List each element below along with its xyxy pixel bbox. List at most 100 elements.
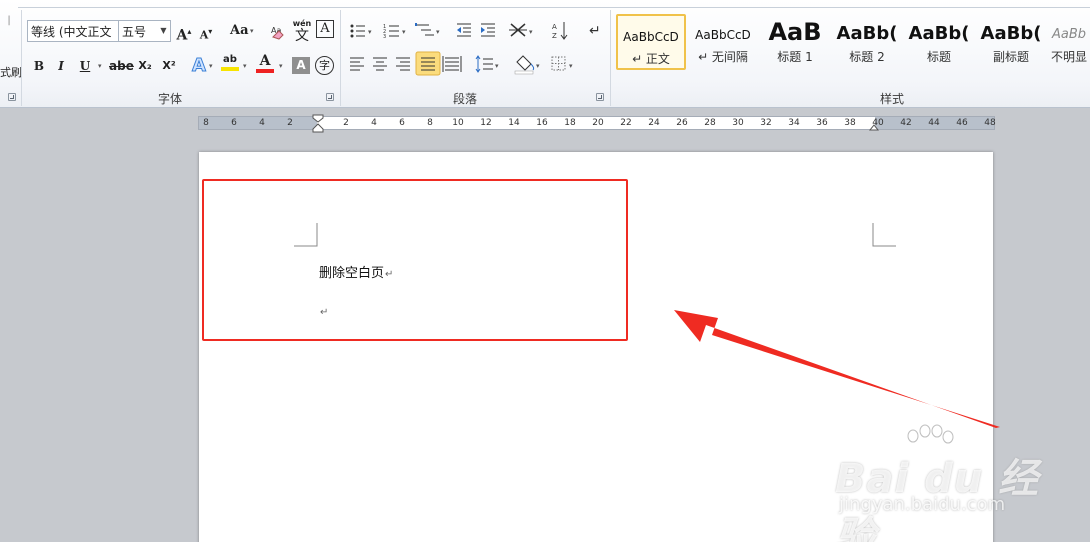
ruler-tick-label: 30 bbox=[732, 118, 744, 128]
ruler-tick-label: 16 bbox=[536, 118, 548, 128]
font-size-dropdown[interactable]: ▼ bbox=[157, 20, 171, 42]
text-effect-button[interactable]: A bbox=[190, 55, 208, 77]
font-color-dropdown[interactable]: ▾ bbox=[279, 55, 283, 77]
font-color-bar bbox=[256, 69, 274, 73]
style-no-spacing[interactable]: AaBbCcD ↵ 无间隔 bbox=[688, 14, 758, 70]
font-color-button[interactable]: A bbox=[256, 53, 274, 75]
style-normal[interactable]: AaBbCcD ↵ 正文 bbox=[616, 14, 686, 70]
underline-button[interactable]: U bbox=[76, 55, 94, 77]
ruler-tick-label: 34 bbox=[788, 118, 800, 128]
distributed-button[interactable] bbox=[442, 52, 464, 74]
style-heading-2[interactable]: AaBb( 标题 2 bbox=[832, 14, 902, 70]
highlight-dropdown[interactable]: ▾ bbox=[243, 55, 247, 77]
bullets-button[interactable] bbox=[347, 20, 377, 42]
group-separator bbox=[610, 10, 611, 106]
bold-button[interactable]: B bbox=[30, 55, 48, 77]
clear-format-icon: Aa bbox=[271, 26, 284, 40]
baidu-jingyan-watermark: Bai du 经验 jingyan.baidu.com bbox=[835, 424, 1045, 542]
annotation-arrow-icon bbox=[674, 310, 1000, 428]
annotation-highlight-box bbox=[202, 179, 628, 341]
ruler-tick-label: 38 bbox=[844, 118, 856, 128]
change-case-dropdown[interactable]: ▾ bbox=[250, 20, 254, 42]
ruler-tick-label: 48 bbox=[984, 118, 996, 128]
ruler-left-margin bbox=[199, 117, 317, 129]
format-painter-label[interactable]: 式刷 bbox=[0, 62, 22, 84]
style-subtle-emphasis[interactable]: AaBb 不明显 bbox=[1048, 14, 1090, 70]
subscript-button[interactable]: X₂ bbox=[136, 55, 154, 77]
ruler-tick-label: 26 bbox=[676, 118, 688, 128]
style-title[interactable]: AaBb( 标题 bbox=[904, 14, 974, 70]
italic-button[interactable]: I bbox=[52, 55, 70, 77]
highlight-color-bar bbox=[221, 67, 239, 71]
ruler-tick-label: 32 bbox=[760, 118, 772, 128]
shrink-font-button[interactable]: A▾ bbox=[197, 20, 215, 42]
multilevel-list-button[interactable] bbox=[413, 20, 443, 42]
enclose-characters-button[interactable]: 字 bbox=[315, 56, 334, 75]
text-effect-dropdown[interactable]: ▾ bbox=[209, 55, 213, 77]
font-size-combo[interactable]: 五号 bbox=[118, 20, 158, 42]
ruler-tick-label: 28 bbox=[704, 118, 716, 128]
grow-font-button[interactable]: A▴ bbox=[175, 20, 193, 44]
paragraph-group-label: 段落 bbox=[452, 92, 477, 106]
change-case-button[interactable]: Aa bbox=[230, 20, 249, 42]
character-border-button[interactable]: A bbox=[316, 20, 334, 38]
ruler-tick-label: 42 bbox=[900, 118, 912, 128]
group-separator bbox=[21, 10, 22, 106]
highlight-button[interactable]: ab bbox=[221, 53, 239, 75]
right-indent-marker-icon[interactable] bbox=[869, 117, 879, 131]
ruler-tick-label: 24 bbox=[648, 118, 660, 128]
ruler-tick-label: 2 bbox=[343, 118, 349, 128]
justify-button[interactable] bbox=[415, 52, 441, 75]
ribbon-top-border bbox=[18, 0, 1090, 8]
font-name-combo[interactable]: 等线 (中文正文 bbox=[27, 20, 119, 42]
numbering-button[interactable] bbox=[380, 20, 410, 42]
paragraph-dialog-launcher[interactable] bbox=[596, 93, 604, 101]
ruler-tick-label: 6 bbox=[231, 118, 237, 128]
align-center-button[interactable] bbox=[370, 52, 392, 74]
chinese-layout-button[interactable] bbox=[507, 20, 537, 42]
character-shading-button[interactable]: A bbox=[292, 57, 310, 74]
styles-group-label: 样式 bbox=[879, 92, 904, 106]
clipboard-edge: | bbox=[7, 15, 11, 26]
indent-marker-icon[interactable] bbox=[312, 114, 324, 134]
increase-indent-button[interactable] bbox=[479, 20, 501, 42]
ruler-tick-label: 36 bbox=[816, 118, 828, 128]
font-group-label: 字体 bbox=[157, 92, 182, 106]
ruler-tick-label: 14 bbox=[508, 118, 520, 128]
ruler-tick-label: 8 bbox=[427, 118, 433, 128]
horizontal-ruler[interactable]: 8 6 4 2 2 4 6 8 10 12 14 16 18 20 22 24 26 28 30 32 34 36 38 40… bbox=[198, 114, 996, 133]
decrease-indent-button[interactable] bbox=[455, 20, 477, 42]
ruler-tick-label: 2 bbox=[287, 118, 293, 128]
ruler-tick-label: 20 bbox=[592, 118, 604, 128]
ruler-tick-label: 4 bbox=[259, 118, 265, 128]
ruler-tick-label: 4 bbox=[371, 118, 377, 128]
ruler-tick-label: 18 bbox=[564, 118, 576, 128]
ruler-tick-label: 10 bbox=[452, 118, 464, 128]
borders-button[interactable] bbox=[550, 52, 578, 74]
clipboard-dialog-launcher[interactable] bbox=[8, 93, 16, 101]
crop-mark-top-right bbox=[872, 223, 896, 247]
ruler-tick-label: 8 bbox=[203, 118, 209, 128]
ruler-tick-label: 12 bbox=[480, 118, 492, 128]
ruler-tick-label: 46 bbox=[956, 118, 968, 128]
superscript-button[interactable]: X² bbox=[160, 55, 178, 77]
align-left-button[interactable] bbox=[347, 52, 369, 74]
underline-dropdown[interactable]: ▾ bbox=[98, 55, 102, 77]
ruler-tick-label: 6 bbox=[399, 118, 405, 128]
align-right-button[interactable] bbox=[393, 52, 415, 74]
style-subtitle[interactable]: AaBb( 副标题 bbox=[976, 14, 1046, 70]
line-spacing-button[interactable] bbox=[474, 52, 504, 74]
phonetic-guide-button[interactable]: wén 文 bbox=[291, 18, 313, 43]
watermark-url: jingyan.baidu.com bbox=[839, 494, 1006, 515]
style-heading-1[interactable]: AaB 标题 1 bbox=[760, 14, 830, 70]
ribbon: | 式刷 等线 (中文正文 五号 ▼ A▴ A▾ Aa ▾ Aa wén 文 A… bbox=[0, 0, 1090, 108]
ruler-tick-label: 44 bbox=[928, 118, 940, 128]
strikethrough-button[interactable]: abe bbox=[109, 55, 134, 77]
clear-format-button[interactable]: Aa bbox=[268, 20, 288, 42]
group-separator bbox=[340, 10, 341, 106]
shading-button[interactable] bbox=[514, 52, 544, 74]
font-dialog-launcher[interactable] bbox=[326, 93, 334, 101]
ruler-tick-label: 22 bbox=[620, 118, 632, 128]
show-marks-button[interactable] bbox=[585, 20, 603, 42]
sort-button[interactable] bbox=[548, 20, 572, 42]
